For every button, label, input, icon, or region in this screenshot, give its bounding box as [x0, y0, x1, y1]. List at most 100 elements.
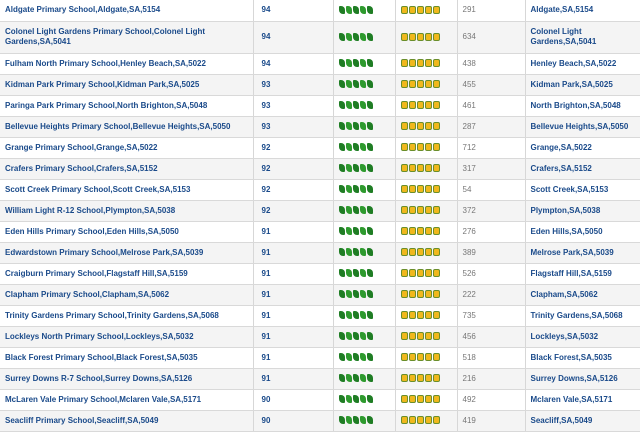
location-link[interactable]: Bellevue Heights,SA,5050 — [531, 122, 629, 131]
school-name-link[interactable]: Scott Creek Primary School,Scott Creek,S… — [5, 185, 190, 194]
school-name-cell: Seacliff Primary School,Seacliff,SA,5049 — [0, 410, 254, 432]
face-rating — [395, 200, 458, 222]
school-name-link[interactable]: Eden Hills Primary School,Eden Hills,SA,… — [5, 227, 179, 236]
leaf-icon — [359, 101, 366, 110]
school-name-link[interactable]: Grange Primary School,Grange,SA,5022 — [5, 143, 158, 152]
smiley-icon — [416, 395, 424, 404]
school-name-cell: Trinity Gardens Primary School,Trinity G… — [0, 305, 254, 327]
location-link[interactable]: Lockleys,SA,5032 — [531, 332, 599, 341]
score-cell: 93 — [253, 95, 334, 117]
smiley-icon — [400, 332, 408, 341]
smiley-icon — [400, 290, 408, 299]
green-rating — [333, 95, 396, 117]
school-name-link[interactable]: Kidman Park Primary School,Kidman Park,S… — [5, 80, 199, 89]
school-name-link[interactable]: McLaren Vale Primary School,Mclaren Vale… — [5, 395, 201, 404]
school-name-link[interactable]: Aldgate Primary School,Aldgate,SA,5154 — [5, 5, 160, 14]
location-link[interactable]: Seacliff,SA,5049 — [531, 416, 593, 425]
school-name-link[interactable]: Edwardstown Primary School,Melrose Park,… — [5, 248, 203, 257]
school-name-link[interactable]: Seacliff Primary School,Seacliff,SA,5049 — [5, 416, 158, 425]
location-link[interactable]: Scott Creek,SA,5153 — [531, 185, 609, 194]
smiley-icon — [416, 227, 424, 236]
table-row: Kidman Park Primary School,Kidman Park,S… — [0, 74, 640, 96]
smiley-icon — [424, 332, 432, 341]
enrolment-count: 438 — [457, 53, 526, 75]
location-link[interactable]: Flagstaff Hill,SA,5159 — [531, 269, 612, 278]
smiley-icon — [408, 122, 416, 131]
location-cell: Lockleys,SA,5032 — [525, 326, 640, 348]
leaf-icon — [366, 416, 373, 425]
school-name-link[interactable]: Trinity Gardens Primary School,Trinity G… — [5, 311, 219, 320]
leaf-icon — [352, 206, 359, 215]
smiley-icon — [400, 164, 408, 173]
leaf-icon — [359, 164, 366, 173]
smiley-icon — [408, 332, 416, 341]
leaf-icon — [338, 185, 345, 194]
smiley-icon — [408, 143, 416, 152]
leaf-icon — [338, 395, 345, 404]
smiley-icon — [408, 32, 416, 41]
location-link[interactable]: Melrose Park,SA,5039 — [531, 248, 614, 257]
smiley-icon — [400, 374, 408, 383]
table-row: Trinity Gardens Primary School,Trinity G… — [0, 305, 640, 327]
school-name-link[interactable]: Lockleys North Primary School,Lockleys,S… — [5, 332, 194, 341]
school-name-link[interactable]: Colonel Light Gardens Primary School,Col… — [5, 27, 205, 46]
leaf-icon — [345, 332, 352, 341]
smiley-icon — [408, 269, 416, 278]
location-link[interactable]: North Brighton,SA,5048 — [531, 101, 621, 110]
school-name-link[interactable]: Paringa Park Primary School,North Bright… — [5, 101, 207, 110]
location-link[interactable]: Henley Beach,SA,5022 — [531, 59, 617, 68]
smiley-icon — [432, 206, 440, 215]
school-name-link[interactable]: Surrey Downs R-7 School,Surrey Downs,SA,… — [5, 374, 192, 383]
school-name-link[interactable]: Craigburn Primary School,Flagstaff Hill,… — [5, 269, 188, 278]
location-link[interactable]: Plympton,SA,5038 — [531, 206, 601, 215]
location-link[interactable]: Surrey Downs,SA,5126 — [531, 374, 618, 383]
location-link[interactable]: Crafers,SA,5152 — [531, 164, 592, 173]
location-link[interactable]: Black Forest,SA,5035 — [531, 353, 612, 362]
enrolment-count: 389 — [457, 242, 526, 264]
location-link[interactable]: Grange,SA,5022 — [531, 143, 592, 152]
smiley-icon — [408, 80, 416, 89]
leaf-icon — [338, 164, 345, 173]
school-name-cell: Paringa Park Primary School,North Bright… — [0, 95, 254, 117]
leaf-icon — [338, 122, 345, 131]
smiley-icon — [432, 416, 440, 425]
leaf-icon — [338, 332, 345, 341]
school-name-cell: Fulham North Primary School,Henley Beach… — [0, 53, 254, 75]
school-name-link[interactable]: Bellevue Heights Primary School,Bellevue… — [5, 122, 230, 131]
smiley-icon — [432, 32, 440, 41]
school-name-link[interactable]: Black Forest Primary School,Black Forest… — [5, 353, 198, 362]
location-link[interactable]: Aldgate,SA,5154 — [531, 5, 594, 14]
location-link[interactable]: Trinity Gardens,SA,5068 — [531, 311, 623, 320]
smiley-icon — [400, 227, 408, 236]
smiley-icon — [432, 227, 440, 236]
school-name-link[interactable]: William Light R-12 School,Plympton,SA,50… — [5, 206, 175, 215]
location-link[interactable]: Kidman Park,SA,5025 — [531, 80, 613, 89]
school-name-cell: Crafers Primary School,Crafers,SA,5152 — [0, 158, 254, 180]
smiley-icon — [424, 206, 432, 215]
location-link[interactable]: Colonel Light Gardens,SA,5041 — [531, 27, 597, 46]
score-cell: 92 — [253, 200, 334, 222]
table-row: Eden Hills Primary School,Eden Hills,SA,… — [0, 221, 640, 243]
smiley-icon — [416, 101, 424, 110]
enrolment-count: 712 — [457, 137, 526, 159]
location-link[interactable]: Clapham,SA,5062 — [531, 290, 598, 299]
face-rating — [395, 221, 458, 243]
location-link[interactable]: Mclaren Vale,SA,5171 — [531, 395, 613, 404]
school-name-cell: Kidman Park Primary School,Kidman Park,S… — [0, 74, 254, 96]
location-cell: Eden Hills,SA,5050 — [525, 221, 640, 243]
smiley-icon — [416, 206, 424, 215]
smiley-icon — [432, 290, 440, 299]
smiley-icon — [400, 248, 408, 257]
leaf-icon — [359, 311, 366, 320]
leaf-icon — [352, 248, 359, 257]
face-rating — [395, 305, 458, 327]
smiley-icon — [416, 248, 424, 257]
face-rating — [395, 326, 458, 348]
smiley-icon — [432, 353, 440, 362]
location-link[interactable]: Eden Hills,SA,5050 — [531, 227, 603, 236]
smiley-icon — [400, 353, 408, 362]
table-row: Seacliff Primary School,Seacliff,SA,5049… — [0, 410, 640, 432]
school-name-link[interactable]: Crafers Primary School,Crafers,SA,5152 — [5, 164, 158, 173]
school-name-link[interactable]: Fulham North Primary School,Henley Beach… — [5, 59, 206, 68]
school-name-link[interactable]: Clapham Primary School,Clapham,SA,5062 — [5, 290, 169, 299]
